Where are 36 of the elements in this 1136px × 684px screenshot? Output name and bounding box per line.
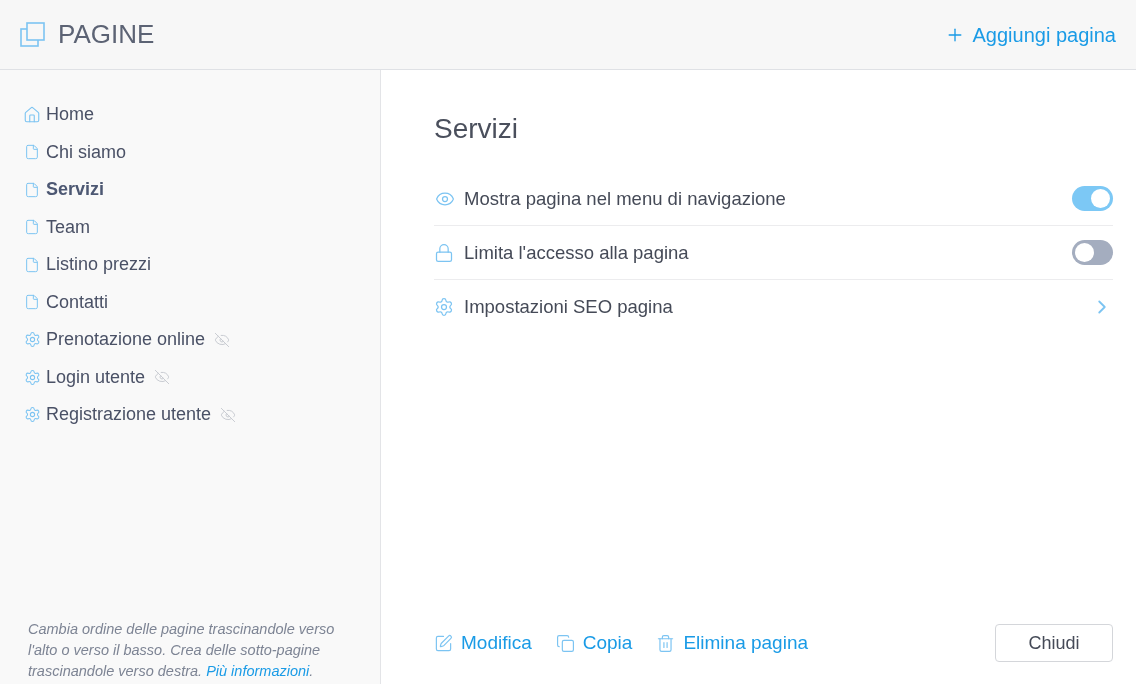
page-icon (24, 181, 40, 198)
toggle-switch[interactable] (1072, 186, 1113, 211)
sidebar-item[interactable]: Contatti (46, 288, 109, 316)
sidebar-item[interactable]: Login utente (46, 363, 146, 391)
page-icon (24, 256, 40, 273)
sidebar-item[interactable]: Prenotazione online (46, 326, 206, 354)
setting-label: Mostra pagina nel menu di navigazione (464, 186, 787, 211)
close-button[interactable]: Chiudi (995, 624, 1113, 662)
lock-icon (434, 242, 454, 263)
edit-icon (434, 633, 453, 653)
gear-icon (23, 406, 41, 424)
trash-icon (656, 633, 676, 653)
sidebar-item[interactable]: Registrazione utente (46, 401, 212, 429)
pages-icon (20, 21, 46, 48)
gear-icon (434, 297, 454, 317)
page-icon (24, 144, 40, 161)
hidden-eye-icon (153, 369, 172, 386)
sidebar-item[interactable]: Home (46, 101, 94, 129)
page-icon (24, 219, 40, 236)
page-icon (24, 294, 40, 311)
sidebar-item[interactable]: Team (46, 213, 90, 241)
page-heading: Servizi (434, 112, 519, 146)
sidebar-item[interactable]: Servizi (46, 176, 105, 204)
toggle-switch[interactable] (1072, 240, 1113, 265)
sidebar-hint: Cambia ordine delle pagine trascinandole verso l'alto o verso il basso. Crea delle sotto-pagine trascinandole verso destra. Più informazioni. (27, 620, 336, 681)
hidden-eye-icon (219, 406, 238, 423)
hidden-eye-icon (213, 331, 232, 348)
setting-label: Limita l'accesso alla pagina (464, 240, 690, 265)
page-title: PAGINE (58, 18, 155, 51)
gear-icon (23, 368, 41, 386)
setting-label: Impostazioni SEO pagina (464, 295, 674, 320)
gear-icon (23, 331, 41, 349)
copy-icon (555, 633, 575, 653)
sidebar-item[interactable]: Listino prezzi (46, 251, 152, 279)
sidebar-item[interactable]: Chi siamo (46, 138, 127, 166)
home-icon (23, 105, 41, 124)
